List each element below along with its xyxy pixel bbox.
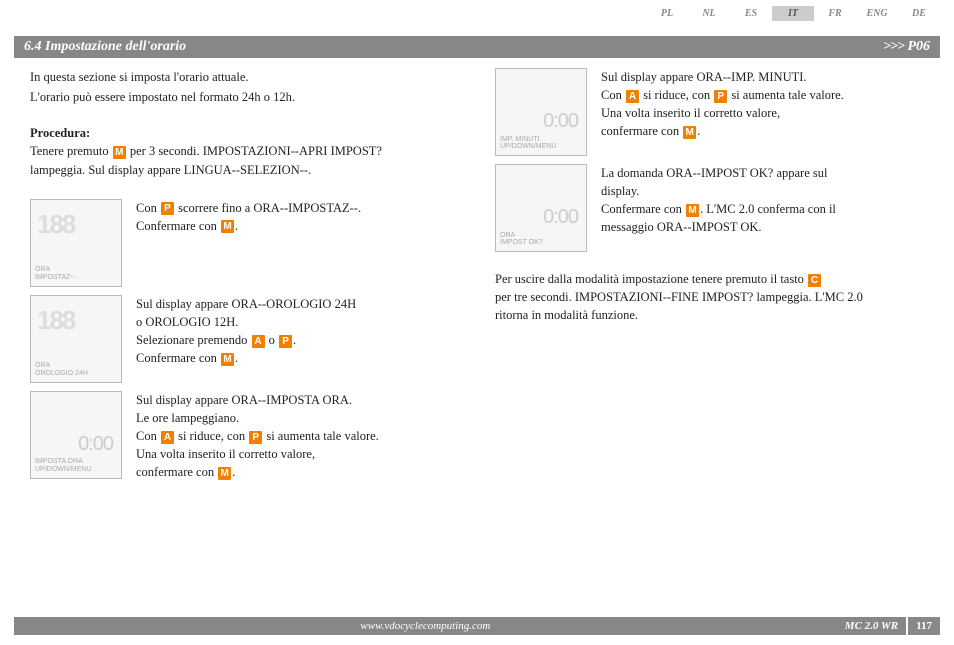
page-code: >>> P06	[883, 39, 930, 55]
lang-nl[interactable]: NL	[688, 6, 730, 21]
title-bar: 6.4 Impostazione dell'orario >>> P06	[14, 36, 940, 58]
key-m-icon: M	[218, 467, 231, 480]
key-c-icon: C	[808, 274, 821, 287]
procedure-label: Procedura:	[30, 126, 90, 140]
right-column: 0:00 IMP. MINUTIUP/DOWN/MENU Sul display…	[495, 68, 924, 605]
step-2: 188 ORAOROLOGIO 24H Sul display appare O…	[30, 295, 459, 383]
key-p-icon: P	[279, 335, 292, 348]
lang-it[interactable]: IT	[772, 6, 814, 21]
key-a-icon: A	[626, 90, 639, 103]
lang-es[interactable]: ES	[730, 6, 772, 21]
footer-bar: www.vdocyclecomputing.com MC 2.0 WR 117	[14, 617, 940, 635]
intro-text: In questa sezione si imposta l'orario at…	[30, 68, 459, 106]
key-m-icon: M	[221, 220, 234, 233]
procedure-block: Procedura: Tenere premuto M per 3 second…	[30, 124, 459, 178]
key-p-icon: P	[161, 202, 174, 215]
key-p-icon: P	[249, 431, 262, 444]
footer-url: www.vdocyclecomputing.com	[14, 620, 837, 632]
step-5: 0:00 ORAIMPOST OK? La domanda ORA--IMPOS…	[495, 164, 924, 252]
display-thumb-5: 0:00 ORAIMPOST OK?	[495, 164, 587, 252]
key-a-icon: A	[161, 431, 174, 444]
key-m-icon: M	[683, 126, 696, 139]
step-1: 188 ORAIMPOSTAZ-- Con P scorrere fino a …	[30, 199, 459, 287]
footer-model: MC 2.0 WR	[837, 620, 906, 632]
lang-pl[interactable]: PL	[646, 6, 688, 21]
display-thumb-3: 0:00 IMPOSTA ORAUP/DOWN/MENU	[30, 391, 122, 479]
lang-de[interactable]: DE	[898, 6, 940, 21]
language-tabs: PL NL ES IT FR ENG DE	[646, 6, 940, 21]
display-thumb-2: 188 ORAOROLOGIO 24H	[30, 295, 122, 383]
exit-text: Per uscire dalla modalità impostazione t…	[495, 270, 924, 324]
step-3: 0:00 IMPOSTA ORAUP/DOWN/MENU Sul display…	[30, 391, 459, 482]
key-a-icon: A	[252, 335, 265, 348]
left-column: In questa sezione si imposta l'orario at…	[30, 68, 459, 605]
key-m-icon: M	[113, 146, 126, 159]
section-title: 6.4 Impostazione dell'orario	[24, 39, 186, 55]
footer-page-number: 117	[906, 617, 940, 635]
key-m-icon: M	[221, 353, 234, 366]
lang-eng[interactable]: ENG	[856, 6, 898, 21]
key-m-icon: M	[686, 204, 699, 217]
page: PL NL ES IT FR ENG DE 6.4 Impostazione d…	[0, 0, 954, 645]
display-thumb-1: 188 ORAIMPOSTAZ--	[30, 199, 122, 287]
key-p-icon: P	[714, 90, 727, 103]
content: In questa sezione si imposta l'orario at…	[30, 68, 924, 605]
lang-fr[interactable]: FR	[814, 6, 856, 21]
display-thumb-4: 0:00 IMP. MINUTIUP/DOWN/MENU	[495, 68, 587, 156]
step-4: 0:00 IMP. MINUTIUP/DOWN/MENU Sul display…	[495, 68, 924, 156]
